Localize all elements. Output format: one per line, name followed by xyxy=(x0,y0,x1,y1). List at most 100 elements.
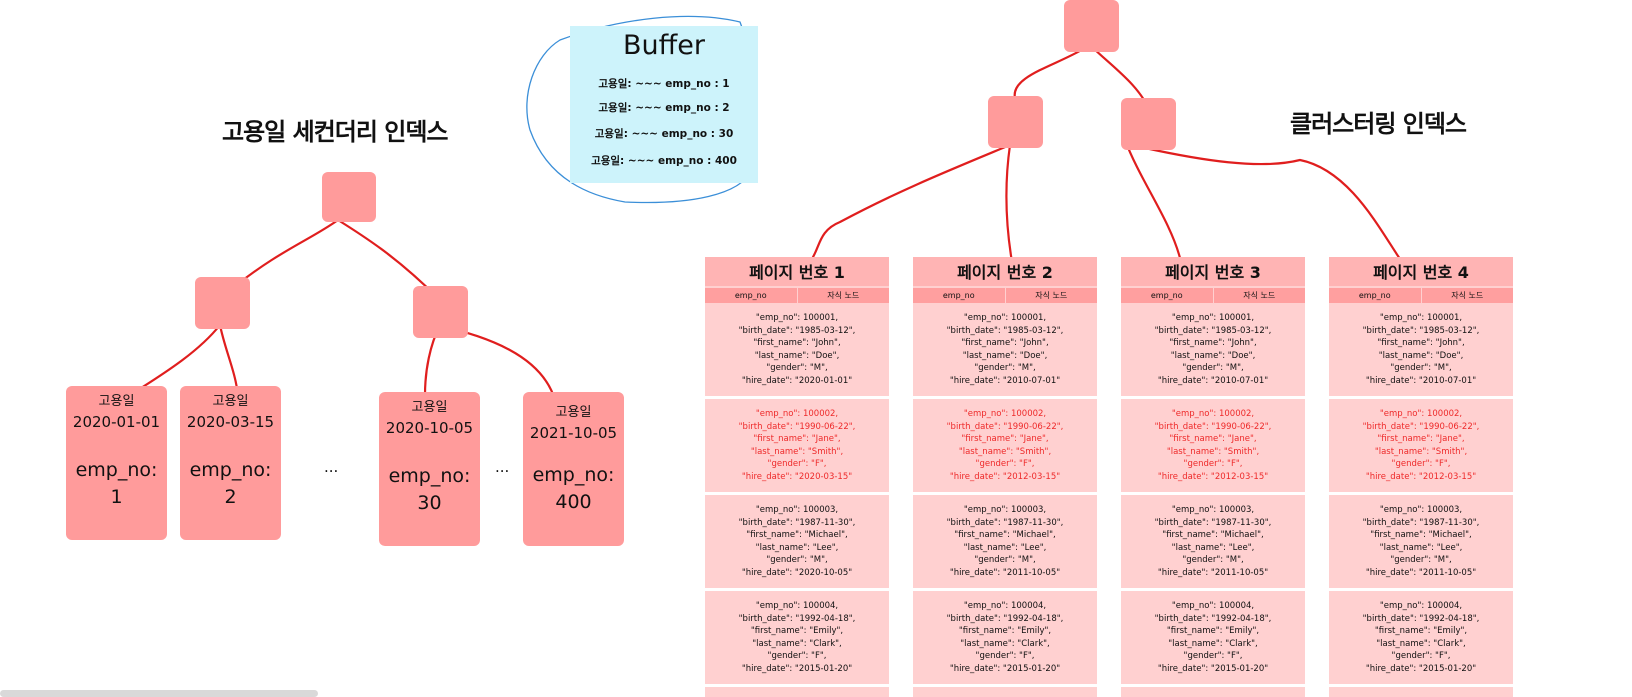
record-line: "last_name": "Doe", xyxy=(1378,350,1464,361)
buffer-title: Buffer xyxy=(623,30,705,61)
record-line: "last_name": "Clark", xyxy=(1376,638,1466,649)
record-line: "emp_no": 100003, xyxy=(963,505,1047,515)
record-line: "gender": "M", xyxy=(1390,363,1452,373)
leaf-date: 2020-10-05 xyxy=(385,419,474,437)
page-record: "emp_no": 100002, "birth_date": "1990-06-… xyxy=(1121,399,1305,495)
record-line: "emp_no": 100003, xyxy=(1379,505,1463,515)
record-line: "first_name": "Michael", xyxy=(954,530,1056,540)
record-line: "first_name": "Jane", xyxy=(753,434,841,444)
page-column-label: 자식 노드 xyxy=(1035,291,1068,300)
record-line: "first_name": "Emily", xyxy=(958,626,1052,636)
record-line: "last_name": "Doe", xyxy=(754,350,840,361)
record-line: "gender": "M", xyxy=(766,555,828,565)
record-line: "gender": "M", xyxy=(1182,555,1244,565)
record-line: "last_name": "Smith", xyxy=(1166,446,1260,457)
record-line: "hire_date": "2010-07-01" xyxy=(949,375,1061,386)
record-line: "gender": "F", xyxy=(975,651,1035,661)
page-title: 페이지 번호 3 xyxy=(1121,257,1305,286)
record-line: "last_name": "Clark", xyxy=(1168,638,1258,649)
page-record: "emp_no": 100003, "birth_date": "1987-11-… xyxy=(1121,495,1305,591)
record-line: "gender": "M", xyxy=(766,363,828,373)
record-line: "first_name": "Jane", xyxy=(961,434,1049,444)
record-line: "emp_no": 100001, xyxy=(963,313,1047,323)
record-line: "first_name": "John", xyxy=(1169,338,1257,348)
record-line: "first_name": "Jane", xyxy=(1169,434,1257,444)
leaf-emp-value: 30 xyxy=(417,492,442,514)
scrollbar[interactable] xyxy=(0,690,318,697)
record-line: "hire_date": "2015-01-20" xyxy=(1365,663,1477,674)
secondary-leaf: 고용일 2020-03-15 emp_no: 2 xyxy=(180,386,281,540)
page-column-header: emp_no 자식 노드 xyxy=(1121,288,1305,303)
page-record: "emp_no": 100001, "birth_date": "1985-03-… xyxy=(1121,303,1305,399)
page-2: 페이지 번호 2 emp_no 자식 노드 "emp_no": 100001, "bir… xyxy=(913,257,1097,697)
record-line: "emp_no": 100003, xyxy=(755,505,839,515)
record-line: "first_name": "John", xyxy=(753,338,841,348)
page-record: "emp_no": 100004, "birth_date": "1992-04-… xyxy=(913,591,1097,687)
page-record: "emp_no": 100003, "birth_date": "1987-11-… xyxy=(913,495,1097,591)
record-line: "birth_date": "1992-04-18", xyxy=(1362,613,1480,624)
record-line: "last_name": "Smith", xyxy=(750,446,844,457)
record-line: "last_name": "Doe", xyxy=(962,350,1048,361)
page-title: 페이지 번호 4 xyxy=(1329,257,1513,286)
record-line: "birth_date": "1992-04-18", xyxy=(738,613,856,624)
page-column-label: emp_no xyxy=(1329,288,1422,303)
record-line: "hire_date": "2012-03-15" xyxy=(949,471,1061,482)
secondary-leaf: 고용일 2020-10-05 emp_no: 30 xyxy=(379,392,480,546)
record-line: "birth_date": "1985-03-12", xyxy=(1154,325,1272,336)
page-title: 페이지 번호 2 xyxy=(913,257,1097,286)
record-line: "emp_no": 100002, xyxy=(963,409,1047,419)
record-line: "emp_no": 100001, xyxy=(1379,313,1463,323)
page-column-header: emp_no 자식 노드 xyxy=(705,288,889,303)
record-line: "hire_date": "2015-01-20" xyxy=(741,663,853,674)
leaf-label: 고용일 xyxy=(212,394,249,409)
page-1: 페이지 번호 1 emp_no 자식 노드 "emp_no": 100001, "bir… xyxy=(705,257,889,697)
page-record: "emp_no": 100004, "birth_date": "1992-04-… xyxy=(1329,591,1513,687)
record-line: "emp_no": 100001, xyxy=(755,313,839,323)
record-line: "first_name": "Emily", xyxy=(1374,626,1468,636)
page-column-label: 자식 노드 xyxy=(1243,291,1276,300)
clustering-branch-node-right xyxy=(1121,98,1176,150)
secondary-index-title: 고용일 세컨더리 인덱스 xyxy=(222,118,449,146)
record-line: "emp_no": 100004, xyxy=(755,601,839,611)
record-line: "first_name": "John", xyxy=(961,338,1049,348)
record-line: "first_name": "Emily", xyxy=(750,626,844,636)
leaf-label: 고용일 xyxy=(98,394,135,409)
leaf-emp-value: 2 xyxy=(224,486,237,508)
record-line: "emp_no": 100004, xyxy=(963,601,1047,611)
secondary-root-node xyxy=(322,172,376,222)
record-line: "gender": "F", xyxy=(1391,459,1451,469)
record-line: "birth_date": "1990-06-22", xyxy=(1362,421,1480,432)
record-line: "birth_date": "1987-11-30", xyxy=(1154,517,1272,528)
record-line: "gender": "M", xyxy=(974,555,1036,565)
record-line: "first_name": "Michael", xyxy=(1162,530,1264,540)
record-line: "hire_date": "2012-03-15" xyxy=(1157,471,1269,482)
record-line: "last_name": "Smith", xyxy=(1374,446,1468,457)
leaf-date: 2020-03-15 xyxy=(186,413,275,431)
page-record: "emp_no": 100002, "birth_date": "1990-06-… xyxy=(913,399,1097,495)
record-line: "gender": "M", xyxy=(1182,363,1244,373)
record-line: "hire_date": "2010-07-01" xyxy=(1365,375,1477,386)
buffer-row: 고용일: ~~~ emp_no : 30 xyxy=(594,128,734,140)
secondary-branch-node-right xyxy=(413,286,468,338)
clustering-branch-node-left xyxy=(988,96,1043,148)
leaf-date: 2021-10-05 xyxy=(529,424,618,442)
ellipsis: ... xyxy=(495,458,510,476)
record-line: "emp_no": 100002, xyxy=(1379,409,1463,419)
page-record: "emp_no": 100003, "birth_date": "1987-11-… xyxy=(1329,495,1513,591)
leaf-emp-label: emp_no: xyxy=(75,459,158,481)
leaf-emp-label: emp_no: xyxy=(532,464,615,486)
page-record: "emp_no": 100002, "birth_date": "1990-06-… xyxy=(705,399,889,495)
record-line: "birth_date": "1987-11-30", xyxy=(946,517,1064,528)
page-record: "emp_no": 100001, "birth_date": "1985-03-… xyxy=(913,303,1097,399)
record-line: "last_name": "Lee", xyxy=(963,542,1047,553)
record-line: "last_name": "Smith", xyxy=(958,446,1052,457)
record-line: "hire_date": "2011-10-05" xyxy=(1157,567,1269,578)
record-line: "last_name": "Lee", xyxy=(1171,542,1255,553)
record-line: "hire_date": "2010-07-01" xyxy=(1157,375,1269,386)
page-record: "emp_no": 100001, "birth_date": "1985-03-… xyxy=(1329,303,1513,399)
page-column-label: emp_no xyxy=(705,288,798,303)
page-3: 페이지 번호 3 emp_no 자식 노드 "emp_no": 100001, "bir… xyxy=(1121,257,1305,697)
record-line: "birth_date": "1985-03-12", xyxy=(1362,325,1480,336)
page-4: 페이지 번호 4 emp_no 자식 노드 "emp_no": 100001, "bir… xyxy=(1329,257,1513,697)
record-line: "first_name": "John", xyxy=(1377,338,1465,348)
